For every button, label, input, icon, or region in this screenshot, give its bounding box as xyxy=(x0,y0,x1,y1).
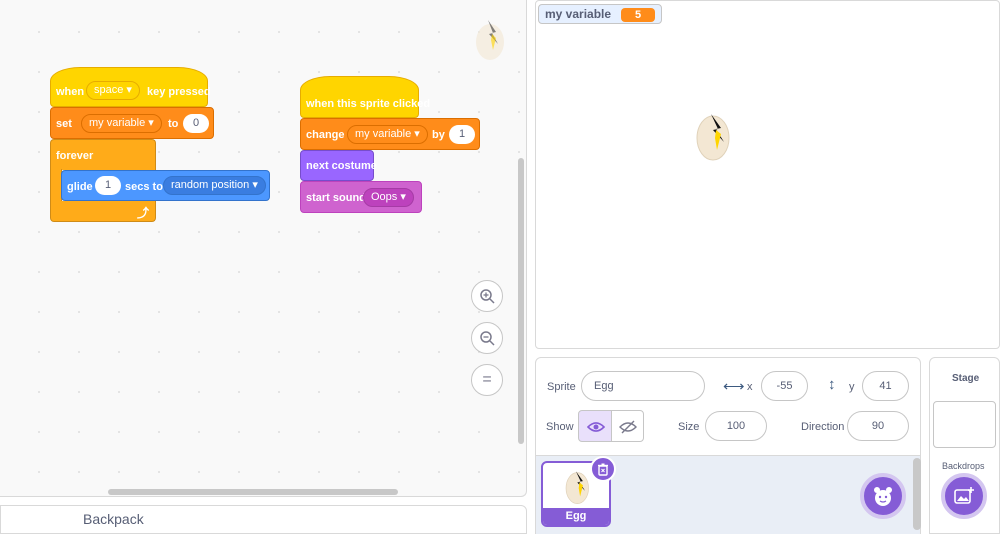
sprite-preview-icon xyxy=(476,20,504,60)
forever-block[interactable]: forever xyxy=(50,139,156,170)
glide-secs-input[interactable]: 1 xyxy=(95,176,121,195)
next-costume-label: next costume xyxy=(306,160,377,172)
show-hidden-button[interactable] xyxy=(611,410,644,442)
key-dropdown[interactable]: space ▾ xyxy=(86,81,140,100)
forever-footer: ⤴ xyxy=(50,201,156,222)
delete-sprite-button[interactable] xyxy=(590,456,616,482)
stage-canvas[interactable] xyxy=(535,0,1000,349)
scratch-editor: when space ▾ key pressed set my variable… xyxy=(0,0,1000,534)
when-label: when xyxy=(56,86,85,98)
glide-target-dropdown[interactable]: random position ▾ xyxy=(163,176,266,195)
glide-label: glide xyxy=(67,181,93,193)
glide-target-value: random position xyxy=(171,179,250,191)
set-to-label: to xyxy=(168,118,179,130)
set-label: set xyxy=(56,118,72,130)
change-label: change xyxy=(306,129,345,141)
x-input[interactable]: -55 xyxy=(761,371,808,401)
start-sound-block[interactable]: start sound Oops ▾ xyxy=(300,181,422,213)
change-value-input[interactable]: 1 xyxy=(449,125,475,144)
when-sprite-clicked-label: when this sprite clicked xyxy=(306,98,431,110)
glide-block[interactable]: glide 1 secs to random position ▾ xyxy=(61,170,270,201)
set-variable-dropdown[interactable]: my variable ▾ xyxy=(81,114,162,133)
x-position-icon: ⟷ xyxy=(723,378,745,395)
when-sprite-clicked-block[interactable]: when this sprite clicked xyxy=(300,76,430,118)
key-pressed-label: key pressed xyxy=(147,86,211,98)
key-value: space xyxy=(94,84,124,96)
sound-dropdown[interactable]: Oops ▾ xyxy=(363,188,414,207)
workspace-horizontal-scrollbar[interactable] xyxy=(108,489,398,495)
eye-slash-icon xyxy=(619,420,637,434)
y-label: y xyxy=(849,381,855,393)
sprite-label: Sprite xyxy=(547,381,576,393)
set-variable-value: my variable xyxy=(89,117,146,129)
backdrops-label: Backdrops xyxy=(942,461,985,471)
cat-add-icon xyxy=(874,487,892,506)
set-value-input[interactable]: 0 xyxy=(183,114,209,133)
when-key-pressed-block[interactable]: when space ▾ key pressed xyxy=(50,67,211,107)
egg-thumbnail xyxy=(565,471,589,504)
stage-title: Stage xyxy=(952,373,980,384)
change-variable-block[interactable]: change my variable ▾ by 1 xyxy=(300,118,480,150)
sprite-tile-name: Egg xyxy=(543,508,609,525)
forever-label: forever xyxy=(56,150,94,162)
zoom-out-button[interactable] xyxy=(471,322,503,354)
y-position-icon: ↕ xyxy=(828,376,836,393)
change-by-label: by xyxy=(432,129,445,141)
change-variable-value: my variable xyxy=(355,128,412,140)
next-costume-block[interactable]: next costume xyxy=(300,150,377,181)
direction-label: Direction xyxy=(801,421,845,433)
variable-monitor-label: my variable xyxy=(545,7,612,21)
direction-input[interactable]: 90 xyxy=(847,411,909,441)
set-variable-block[interactable]: set my variable ▾ to 0 xyxy=(50,107,214,139)
x-label: x xyxy=(747,381,753,393)
loop-arrow-icon: ⤴ xyxy=(137,206,150,220)
zoom-out-icon xyxy=(480,331,495,346)
workspace-vertical-scrollbar[interactable] xyxy=(518,158,524,444)
zoom-in-button[interactable] xyxy=(471,280,503,312)
choose-sprite-button[interactable] xyxy=(860,473,906,519)
image-add-icon xyxy=(954,487,974,504)
variable-monitor-value: 5 xyxy=(621,8,656,22)
egg-sprite[interactable] xyxy=(694,108,734,162)
secs-to-label: secs to xyxy=(125,181,163,193)
eye-icon xyxy=(587,422,605,432)
stage-thumbnail[interactable] xyxy=(933,401,996,448)
show-visible-button[interactable] xyxy=(578,410,612,442)
sprite-name-input[interactable]: Egg xyxy=(581,371,705,401)
trash-icon xyxy=(598,463,608,476)
show-label: Show xyxy=(546,421,574,433)
variable-monitor[interactable]: my variable 5 xyxy=(538,4,663,24)
sprite-list-scrollbar[interactable] xyxy=(913,458,921,530)
size-input[interactable]: 100 xyxy=(705,411,767,441)
backpack-label: Backpack xyxy=(83,511,144,527)
size-label: Size xyxy=(678,421,700,433)
code-workspace[interactable]: when space ▾ key pressed set my variable… xyxy=(0,0,527,497)
sound-value: Oops xyxy=(371,191,398,203)
zoom-reset-button[interactable]: = xyxy=(471,364,503,396)
choose-backdrop-button[interactable] xyxy=(941,473,987,519)
zoom-reset-label: = xyxy=(482,371,492,388)
change-variable-dropdown[interactable]: my variable ▾ xyxy=(347,125,428,144)
backpack-bar[interactable]: Backpack xyxy=(0,505,527,534)
zoom-in-icon xyxy=(480,289,495,304)
start-sound-label: start sound xyxy=(306,192,366,204)
y-input[interactable]: 41 xyxy=(862,371,909,401)
